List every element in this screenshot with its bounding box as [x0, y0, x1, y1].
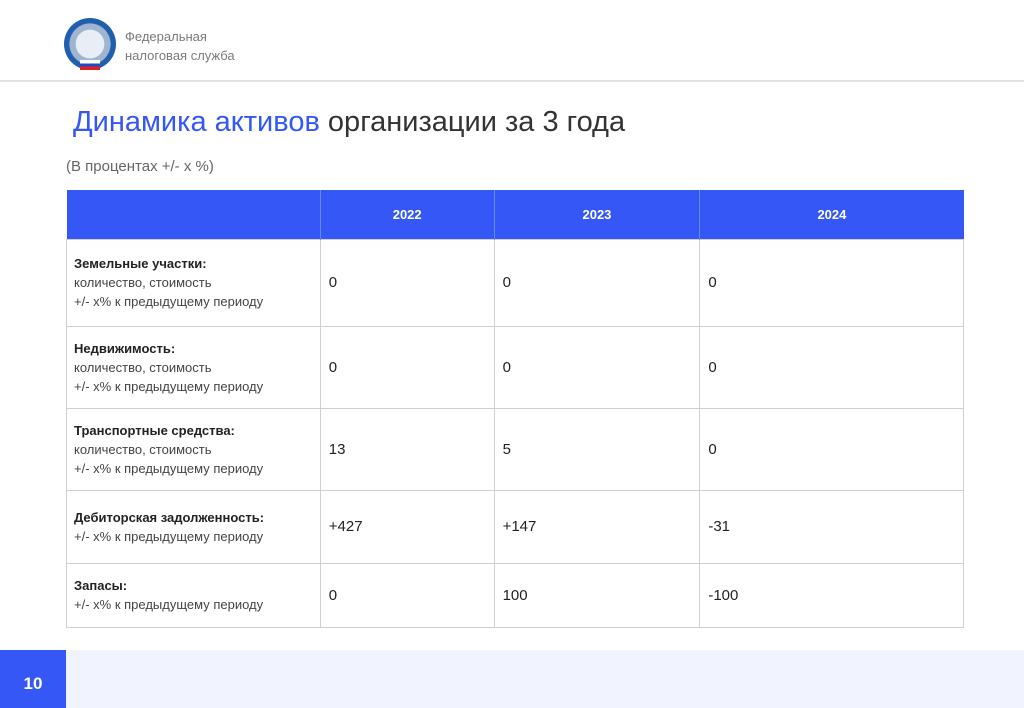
value-cell: 0: [493, 325, 701, 409]
value-cell: -100: [699, 562, 964, 628]
title-highlight: Динамика активов: [73, 106, 320, 138]
org-line-2: налоговая служба: [125, 48, 235, 63]
row-label: Запасы: +/- х% к предыдущему периоду: [66, 562, 321, 628]
assets-table: 2022 2023 2024 Земельные участки: количес…: [66, 190, 964, 628]
row-desc: +/- х% к предыдущему периоду: [74, 294, 264, 309]
value-cell: 0: [319, 325, 495, 409]
row-desc: +/- х% к предыдущему периоду: [74, 378, 264, 394]
table-row: Запасы: +/- х% к предыдущему периоду 0 100-…: [66, 562, 964, 628]
org-name: Федеральная налоговая служба: [125, 27, 235, 65]
row-label: Транспортные средства: количество, стоимо…: [66, 407, 321, 491]
title-rest: организации за 3 года: [319, 106, 626, 138]
row-name: Земельные участки:: [74, 256, 207, 271]
org-line-1: Федеральная: [125, 29, 207, 44]
value-cell: 0: [493, 238, 701, 327]
table-row: Земельные участки: количество, стоимость +…: [66, 238, 964, 327]
row-name: Недвижимость:: [74, 340, 176, 356]
value-cell: 13: [319, 407, 495, 491]
column-header: [66, 190, 321, 239]
row-label: Дебиторская задолженность: +/- х% к преды…: [66, 489, 321, 564]
value-cell: -31: [699, 489, 964, 564]
value-cell: 5: [493, 407, 701, 491]
value-cell: +147: [493, 489, 701, 564]
value-cell: 0: [699, 407, 964, 491]
page-number: 10: [0, 650, 66, 708]
row-name: Запасы:: [74, 578, 128, 593]
row-desc: количество, стоимость: [74, 275, 212, 290]
row-desc: +/- х% к предыдущему периоду: [74, 460, 264, 476]
row-desc: количество, стоимость: [74, 359, 212, 375]
row-desc: +/- х% к предыдущему периоду: [74, 597, 264, 612]
value-cell: 100: [493, 562, 701, 628]
row-label: Недвижимость: количество, стоимость +/- х%…: [66, 325, 321, 409]
column-header: 2024: [699, 190, 964, 239]
footer-bar: [0, 650, 1024, 708]
value-cell: 0: [319, 238, 495, 327]
flag-icon: [80, 60, 100, 70]
column-header: 2022: [320, 190, 495, 239]
row-desc: количество, стоимость: [74, 441, 212, 457]
row-desc: +/- х% к предыдущему периоду: [74, 528, 264, 544]
fns-logo: [64, 18, 116, 70]
column-header: 2023: [494, 190, 701, 239]
table-header-row: 2022 2023 2024: [66, 190, 964, 239]
page-title: Динамика активов организации за 3 года: [73, 106, 625, 139]
row-name: Дебиторская задолженность:: [74, 509, 265, 525]
table-row: Транспортные средства: количество, стоимо…: [66, 407, 964, 491]
value-cell: +427: [319, 489, 495, 564]
header: Федеральная налоговая служба: [0, 0, 1024, 82]
value-cell: 0: [319, 562, 495, 628]
row-name: Транспортные средства:: [74, 422, 235, 438]
table-row: Дебиторская задолженность: +/- х% к преды…: [66, 489, 964, 564]
row-label: Земельные участки: количество, стоимость +…: [66, 238, 321, 327]
value-cell: 0: [699, 325, 964, 409]
value-cell: 0: [699, 238, 964, 327]
table-row: Недвижимость: количество, стоимость +/- х%…: [66, 325, 964, 409]
subtitle: (В процентах +/- х %): [66, 158, 214, 175]
